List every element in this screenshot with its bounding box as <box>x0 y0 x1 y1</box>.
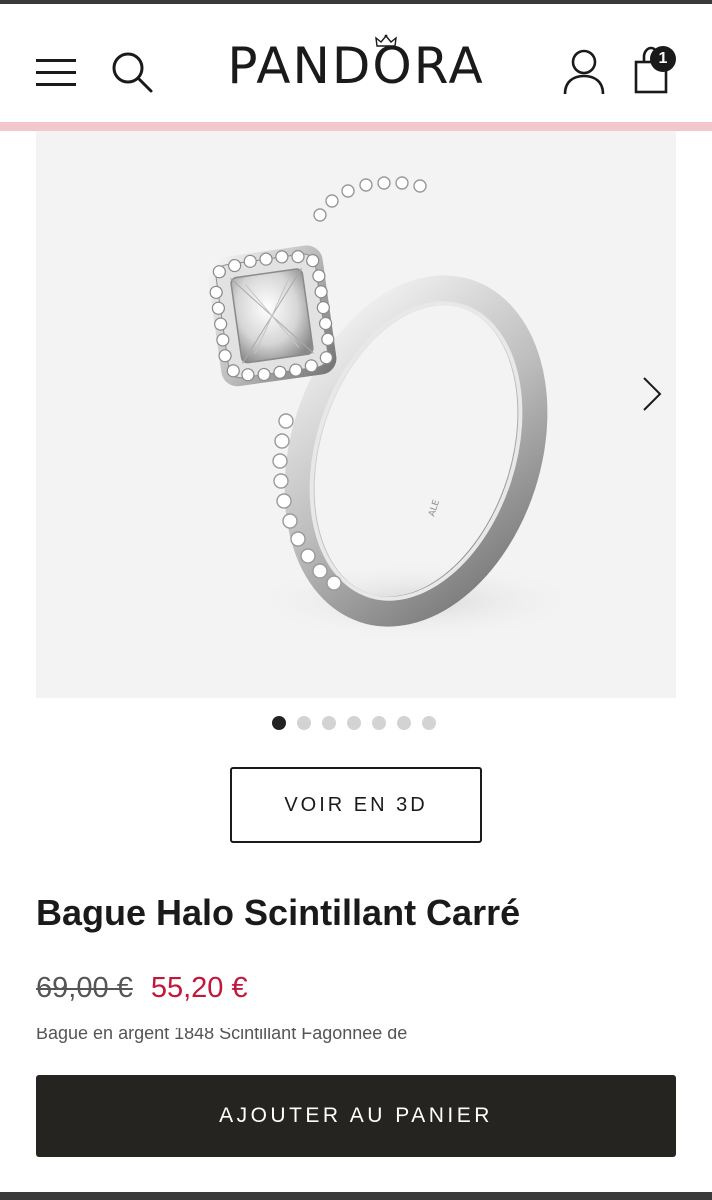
gallery-dot-1[interactable] <box>272 716 286 730</box>
sale-price: 55,20 € <box>150 972 248 1004</box>
cart-count-badge: 1 <box>650 46 676 72</box>
product-image-ring: ALE <box>207 176 586 641</box>
price-row: 69,00 € 55,20 € <box>36 966 248 1010</box>
search-icon[interactable] <box>110 50 154 94</box>
svg-text:ALE: ALE <box>427 499 442 518</box>
product-page: PANDORA 1 ALE VOIR EN 3D Bague Halo Scin… <box>0 0 712 1200</box>
gallery-pagination <box>272 716 436 732</box>
gallery-dot-2[interactable] <box>297 716 311 730</box>
original-price: 69,00 € <box>36 972 133 1004</box>
product-description-text: Bague en argent 1848 Scintillant Fagonné… <box>36 1028 408 1043</box>
brand-wordmark: PANDORA <box>227 37 485 95</box>
crown-icon <box>375 34 397 47</box>
gallery-dot-5[interactable] <box>372 716 386 730</box>
gallery-dot-3[interactable] <box>322 716 336 730</box>
product-image-gallery[interactable]: ALE <box>36 131 676 698</box>
add-to-cart-button[interactable]: AJOUTER AU PANIER <box>36 1075 676 1157</box>
chevron-right-icon[interactable] <box>632 372 672 416</box>
account-icon[interactable] <box>562 48 606 96</box>
menu-icon[interactable] <box>36 56 76 88</box>
gallery-dot-7[interactable] <box>422 716 436 730</box>
header-accent-line <box>0 122 712 131</box>
site-header: PANDORA <box>0 4 712 122</box>
product-title: Bague Halo Scintillant Carré <box>36 892 521 933</box>
gallery-dot-4[interactable] <box>347 716 361 730</box>
product-description: Bague en argent 1848 Scintillant Fagonné… <box>36 1028 676 1046</box>
bottom-bar-strip <box>0 1192 712 1200</box>
view-3d-button[interactable]: VOIR EN 3D <box>230 767 482 843</box>
gallery-dot-6[interactable] <box>397 716 411 730</box>
brand-logo[interactable]: PANDORA <box>206 34 506 98</box>
